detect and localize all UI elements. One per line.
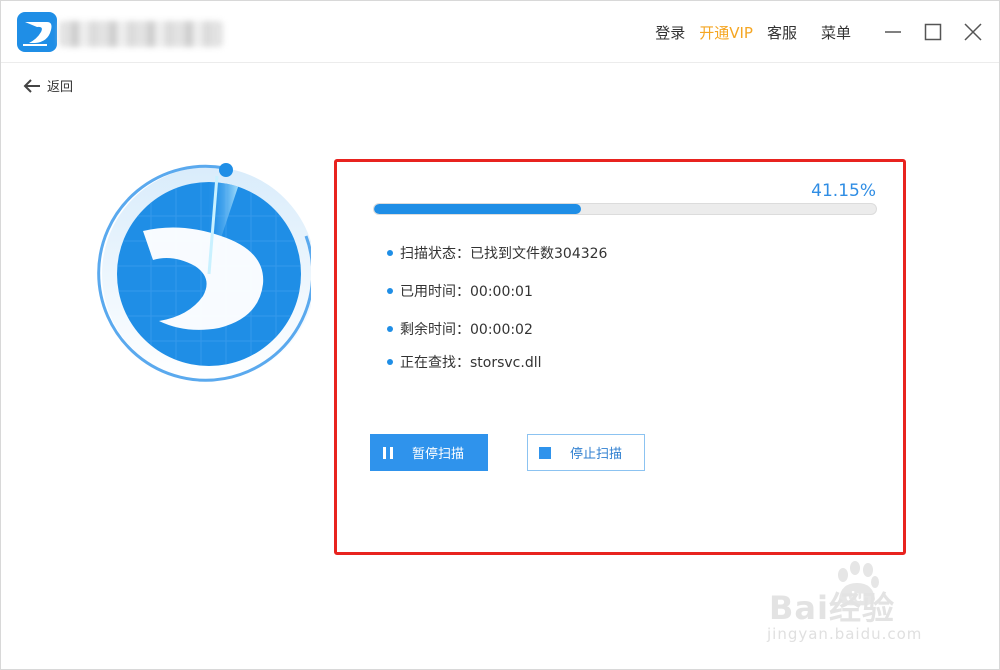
bullet-dot [387,250,393,256]
app-logo-icon [17,12,57,52]
minimize-icon [885,31,901,33]
stop-scan-label: 停止扫描 [570,447,623,462]
stop-scan-button[interactable]: 停止扫描 [527,434,645,471]
bullet-dot [387,288,393,294]
back-button[interactable]: 返回 [23,76,73,95]
watermark-url: jingyan.baidu.com [767,625,923,643]
maximize-button[interactable] [913,12,953,52]
remaining-time-row: 剩余时间：00:00:02 [387,319,533,339]
app-name-redacted [59,21,223,47]
pause-scan-button[interactable]: 暂停扫描 [370,434,488,471]
scan-status-text: 扫描状态：已找到文件数304326 [400,246,608,262]
back-label: 返回 [47,80,74,95]
arrow-left-icon [23,78,40,93]
support-link[interactable]: 客服 [767,22,797,43]
elapsed-time-text: 已用时间：00:00:01 [400,284,533,300]
baidu-jingyan-watermark: du Bai经验 jingyan.baidu.com [761,561,961,651]
current-file-row: 正在查找：storsvc.dll [387,352,542,372]
close-button[interactable] [953,12,993,52]
pause-icon [383,446,393,459]
login-link[interactable]: 登录 [655,22,685,43]
remaining-time-text: 剩余时间：00:00:02 [400,322,533,338]
menu-link[interactable]: 菜单 [821,22,851,43]
title-bar: 登录 开通VIP 客服 菜单 [1,1,999,63]
bullet-dot [387,359,393,365]
progress-bar [373,203,877,215]
stop-icon [539,446,551,459]
scan-progress-panel: 41.15% 扫描状态：已找到文件数304326 已用时间：00:00:01 剩… [334,159,906,555]
scan-radar-icon [97,163,311,382]
watermark-brand: Bai经验 [769,589,895,627]
current-file-text: 正在查找：storsvc.dll [400,355,542,371]
scan-status-row: 扫描状态：已找到文件数304326 [387,243,607,263]
bullet-dot [387,326,393,332]
maximize-icon [924,23,942,41]
vip-link[interactable]: 开通VIP [699,22,753,43]
close-icon [964,23,982,41]
app-window: 登录 开通VIP 客服 菜单 返回 41.15% 扫描状态：已找到文件数3043… [0,0,1000,670]
progress-percent: 41.15% [811,181,876,201]
pause-scan-label: 暂停扫描 [412,447,465,462]
elapsed-time-row: 已用时间：00:00:01 [387,281,533,301]
progress-fill [374,204,581,214]
minimize-button[interactable] [873,12,913,52]
